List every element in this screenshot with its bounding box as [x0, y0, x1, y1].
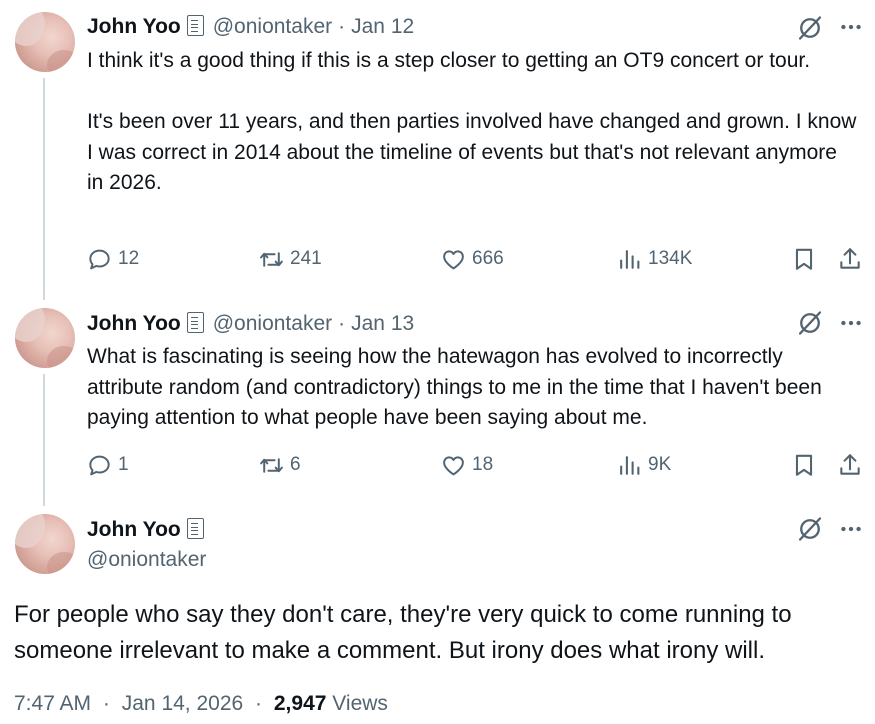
like-button[interactable]: 18	[441, 450, 493, 480]
separator: ·	[338, 312, 346, 335]
views-button[interactable]: 134K	[617, 244, 692, 274]
tweet-text: I think it's a good thing if this is a s…	[87, 49, 857, 194]
avatar[interactable]	[15, 514, 75, 574]
views-icon	[620, 249, 640, 269]
view-count: 134K	[648, 248, 693, 269]
username[interactable]: @oniontaker	[213, 311, 332, 337]
tweet-actions: 12 241 666 134K	[87, 244, 867, 274]
tweet-meta: 7:47 AM · Jan 14, 2026 · 2,947 Views	[14, 692, 388, 716]
grok-icon[interactable]	[796, 309, 824, 337]
separator: ·	[338, 15, 346, 38]
reply-icon	[89, 455, 110, 475]
tweet-date[interactable]: Jan 14, 2026	[122, 692, 243, 715]
bookmark-icon[interactable]	[791, 452, 817, 478]
repost-count: 241	[290, 248, 322, 269]
tweet-date[interactable]: Jan 12	[351, 14, 414, 40]
reply-count: 12	[118, 248, 140, 269]
view-count: 2,947	[273, 692, 327, 715]
views-button[interactable]: 9K	[617, 450, 671, 480]
reply-count: 1	[118, 454, 129, 475]
tweet-time[interactable]: 7:47 AM	[14, 692, 91, 715]
share-icon[interactable]	[837, 452, 863, 478]
reply-button[interactable]: 1	[87, 450, 129, 480]
separator: ·	[102, 692, 110, 715]
grok-icon[interactable]	[796, 14, 824, 42]
more-icon[interactable]	[838, 516, 864, 542]
heart-icon	[443, 455, 464, 475]
avatar[interactable]	[15, 308, 75, 368]
bookmark-icon[interactable]	[791, 246, 817, 272]
more-icon[interactable]	[838, 14, 864, 40]
tweet-header: John Yoo @oniontaker · Jan 12	[87, 14, 414, 40]
share-icon[interactable]	[837, 246, 863, 272]
tweet-header: John Yoo @oniontaker · Jan 13	[87, 311, 414, 337]
thread-line	[43, 374, 45, 506]
thread-line	[43, 78, 45, 300]
view-count: 9K	[648, 454, 672, 475]
display-name[interactable]: John Yoo	[87, 517, 181, 543]
username[interactable]: @oniontaker	[213, 14, 332, 40]
like-count: 666	[472, 248, 504, 269]
tweet-text: For people who say they don't care, they…	[14, 601, 799, 664]
avatar[interactable]	[15, 12, 75, 72]
views-label: Views	[332, 692, 388, 715]
repost-button[interactable]: 241	[259, 244, 322, 274]
repost-icon	[260, 251, 283, 267]
repost-icon	[260, 457, 283, 473]
more-icon[interactable]	[838, 310, 864, 336]
grok-icon[interactable]	[796, 515, 824, 543]
affiliate-badge-icon	[186, 14, 204, 36]
separator: ·	[255, 692, 263, 715]
affiliate-badge-icon	[186, 311, 204, 333]
tweet-header: John Yoo	[87, 517, 204, 543]
display-name[interactable]: John Yoo	[87, 311, 181, 337]
repost-button[interactable]: 6	[259, 450, 301, 480]
heart-icon	[443, 249, 464, 269]
tweet-date[interactable]: Jan 13	[351, 311, 414, 337]
username[interactable]: @oniontaker	[87, 547, 206, 573]
tweet-actions: 1 6 18 9K	[87, 450, 867, 480]
like-count: 18	[472, 454, 494, 475]
tweet-text: What is fascinating is seeing how the ha…	[87, 345, 828, 429]
views-icon	[620, 455, 640, 475]
repost-count: 6	[290, 454, 301, 475]
like-button[interactable]: 666	[441, 244, 504, 274]
reply-button[interactable]: 12	[87, 244, 139, 274]
reply-icon	[89, 249, 110, 269]
affiliate-badge-icon	[186, 517, 204, 539]
display-name[interactable]: John Yoo	[87, 14, 181, 40]
